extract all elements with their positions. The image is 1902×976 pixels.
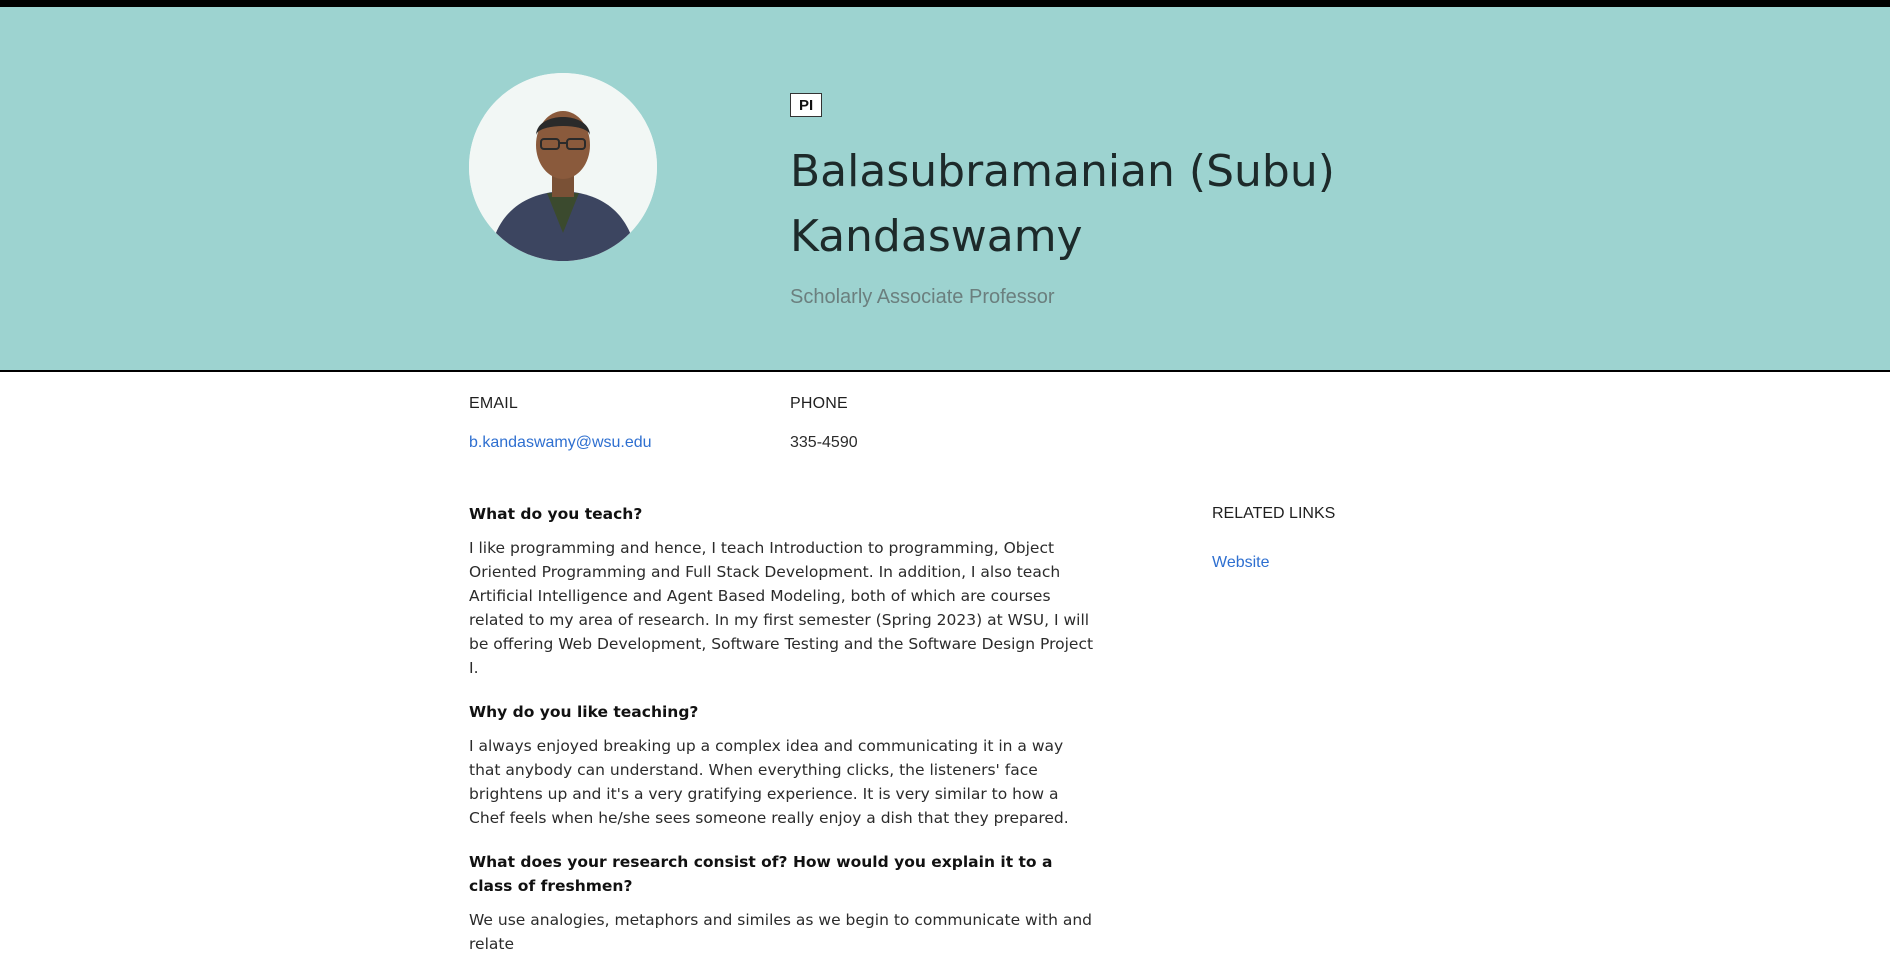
- profile-header: PI Balasubramanian (Subu) Kandaswamy Sch…: [0, 7, 1890, 372]
- phone-value: 335-4590: [790, 434, 858, 451]
- profile-name: Balasubramanian (Subu) Kandaswamy: [790, 146, 1335, 262]
- related-links-heading: RELATED LINKS: [1212, 505, 1336, 522]
- question-heading: What do you teach?: [469, 505, 643, 523]
- answer-paragraph: I like programming and hence, I teach In…: [469, 539, 1094, 677]
- phone-label: PHONE: [790, 395, 848, 412]
- answer-paragraph: I always enjoyed breaking up a complex i…: [469, 737, 1069, 827]
- question-heading: Why do you like teaching?: [469, 703, 699, 721]
- pi-badge: PI: [790, 93, 823, 117]
- answer-paragraph: We use analogies, metaphors and similes …: [469, 911, 1093, 953]
- profile-content: What do you teach? I like programming an…: [469, 502, 1094, 976]
- question-heading: What does your research consist of? How …: [469, 853, 1053, 895]
- website-link[interactable]: Website: [1212, 554, 1270, 572]
- profile-photo: [469, 73, 657, 261]
- email-link[interactable]: b.kandaswamy@wsu.edu: [469, 434, 652, 452]
- email-label: EMAIL: [469, 395, 519, 412]
- profile-role: Scholarly Associate Professor: [790, 286, 1055, 308]
- top-border: [0, 0, 1890, 7]
